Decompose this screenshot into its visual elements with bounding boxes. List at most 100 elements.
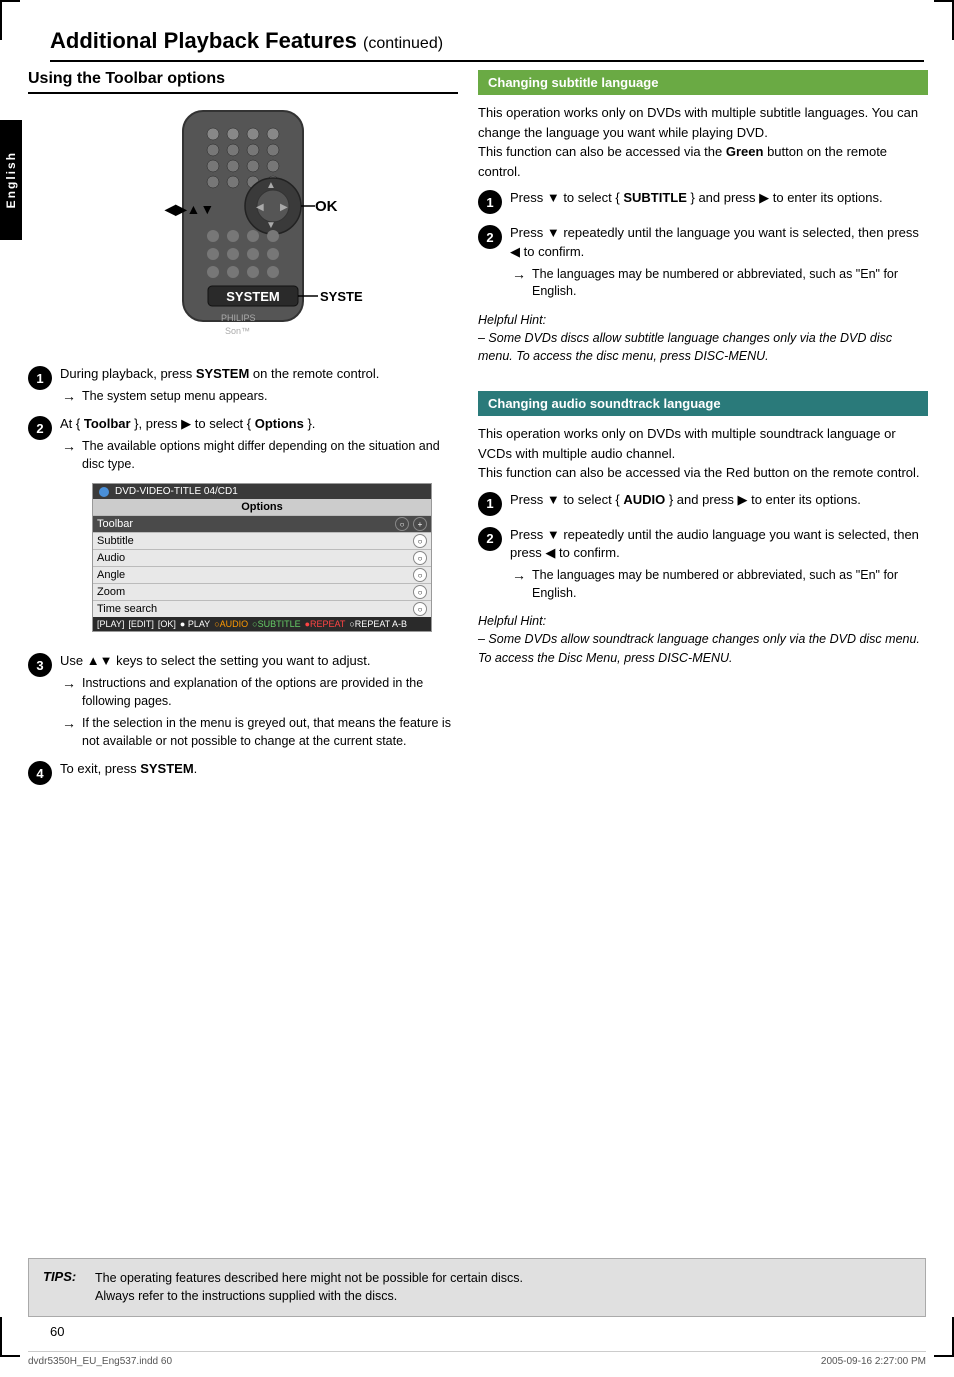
system-label-text: SYSTEM <box>226 289 279 304</box>
step-3-arrow-text-2: If the selection in the menu is greyed o… <box>82 715 458 750</box>
step-num-3: 3 <box>28 653 52 677</box>
corner-bl-decorator <box>0 1317 20 1357</box>
ok-label-text: OK <box>315 198 338 215</box>
timesearch-row-icon: ○ <box>413 602 427 616</box>
arrow-icon-2: → <box>62 438 78 454</box>
audio-intro: This operation works only on DVDs with m… <box>478 424 928 483</box>
tip-line-2: Always refer to the instructions supplie… <box>95 1289 397 1303</box>
subtitle-row-icon: ○ <box>413 534 427 548</box>
step-3-text: Use ▲▼ keys to select the setting you wa… <box>60 652 458 671</box>
options-bottom-bar: [PLAY] [EDIT] [OK] ● PLAY ○AUDIO ○SUBTIT… <box>93 617 431 631</box>
options-row-timesearch: Time search ○ <box>93 600 431 617</box>
page-title-suffix: (continued) <box>363 35 443 52</box>
corner-tl-decorator <box>0 0 20 40</box>
arrow-icon-audio2: → <box>512 567 528 583</box>
footer-left: dvdr5350H_EU_Eng537.indd 60 <box>28 1356 172 1367</box>
options-row-zoom: Zoom ○ <box>93 583 431 600</box>
svg-text:SYSTEM: SYSTEM <box>320 289 363 304</box>
page-header: Additional Playback Features (continued) <box>50 28 924 62</box>
svg-text:PHILIPS: PHILIPS <box>221 313 256 323</box>
audio-hint-text: – Some DVDs allow soundtrack language ch… <box>478 630 928 666</box>
step-3-arrow-1: → Instructions and explanation of the op… <box>62 675 458 710</box>
subtitle-step-num-2: 2 <box>478 225 502 249</box>
step-1-text: During playback, press SYSTEM on the rem… <box>60 365 458 384</box>
audio-helpful-hint: Helpful Hint: – Some DVDs allow soundtra… <box>478 612 928 666</box>
arrow-icon-sub2: → <box>512 266 528 282</box>
svg-text:◀: ◀ <box>256 202 264 213</box>
options-row-subtitle: Subtitle ○ <box>93 532 431 549</box>
step-4-content: To exit, press SYSTEM. <box>60 760 458 783</box>
audio-row-label: Audio <box>97 552 409 564</box>
audio-step-2-arrow-text: The languages may be numbered or abbrevi… <box>532 567 928 602</box>
audio-step-num-2: 2 <box>478 527 502 551</box>
subtitle-section-header: Changing subtitle language <box>478 70 928 95</box>
page-container: English Additional Playback Features (co… <box>0 0 954 1377</box>
options-row-angle: Angle ○ <box>93 566 431 583</box>
audio-step-num-1: 1 <box>478 492 502 516</box>
bottom-play2-label: ● PLAY <box>180 619 210 629</box>
bottom-audio-label: ○AUDIO <box>214 619 248 629</box>
bottom-edit-label: [EDIT] <box>128 619 154 629</box>
bottom-ok-label: [OK] <box>158 619 176 629</box>
step-2-text: At { Toolbar }, press ▶ to select { Opti… <box>60 415 458 434</box>
page-footer: dvdr5350H_EU_Eng537.indd 60 2005-09-16 2… <box>28 1351 926 1367</box>
arrow-icon-3a: → <box>62 675 78 691</box>
tip-line-1: The operating features described here mi… <box>95 1271 523 1285</box>
language-tab-label: English <box>4 151 18 208</box>
step-num-2: 2 <box>28 416 52 440</box>
svg-text:▼: ▼ <box>266 220 276 231</box>
step-num-1: 1 <box>28 366 52 390</box>
subtitle-step-1: 1 Press ▼ to select { SUBTITLE } and pre… <box>478 189 928 214</box>
subtitle-step-1-content: Press ▼ to select { SUBTITLE } and press… <box>510 189 928 212</box>
step-1-arrow-text: The system setup menu appears. <box>82 388 268 406</box>
step-3-arrow-text-1: Instructions and explanation of the opti… <box>82 675 458 710</box>
subtitle-step-2: 2 Press ▼ repeatedly until the language … <box>478 224 928 301</box>
corner-br-decorator <box>934 1317 954 1357</box>
angle-row-icon: ○ <box>413 568 427 582</box>
options-header-text: DVD-VIDEO-TITLE 04/CD1 <box>115 486 238 497</box>
audio-section: Changing audio soundtrack language This … <box>478 391 928 667</box>
step-1-content: During playback, press SYSTEM on the rem… <box>60 365 458 405</box>
subtitle-hint-label: Helpful Hint: <box>478 311 928 329</box>
options-title-row: Options <box>93 499 431 515</box>
remote-illustration: ◀▶▲▼ ▲ ▼ ◀ ▶ OK <box>28 106 458 349</box>
page-title-main: Additional Playback Features <box>50 28 357 53</box>
angle-row-label: Angle <box>97 569 409 581</box>
svg-text:▶: ▶ <box>280 202 288 213</box>
footer-right: 2005-09-16 2:27:00 PM <box>821 1356 926 1367</box>
corner-tr-decorator <box>934 0 954 40</box>
zoom-row-icon: ○ <box>413 585 427 599</box>
audio-step-2-arrow: → The languages may be numbered or abbre… <box>512 567 928 602</box>
toolbar-row-label: Toolbar <box>97 518 391 530</box>
page-number: 60 <box>50 1324 64 1339</box>
svg-text:◀▶▲▼: ◀▶▲▼ <box>164 201 214 217</box>
toolbar-row-icon: ○ <box>395 517 409 531</box>
tip-label: TIPS: <box>43 1269 83 1284</box>
step-4-text: To exit, press SYSTEM. <box>60 760 458 779</box>
left-column: Using the Toolbar options <box>28 70 458 795</box>
subtitle-step-num-1: 1 <box>478 190 502 214</box>
page-title: Additional Playback Features (continued) <box>50 28 924 62</box>
options-row-audio: Audio ○ <box>93 549 431 566</box>
step-1-arrow: → The system setup menu appears. <box>62 388 458 406</box>
subtitle-step-2-content: Press ▼ repeatedly until the language yo… <box>510 224 928 301</box>
subtitle-step-1-text: Press ▼ to select { SUBTITLE } and press… <box>510 189 928 208</box>
left-step-1: 1 During playback, press SYSTEM on the r… <box>28 365 458 405</box>
svg-text:Son™: Son™ <box>225 326 250 336</box>
right-column: Changing subtitle language This operatio… <box>478 70 928 675</box>
audio-step-2-content: Press ▼ repeatedly until the audio langu… <box>510 526 928 603</box>
svg-text:▲: ▲ <box>266 180 276 191</box>
section-gap <box>478 373 928 391</box>
subtitle-section: Changing subtitle language This operatio… <box>478 70 928 365</box>
step-2-arrow-text: The available options might differ depen… <box>82 438 458 473</box>
subtitle-intro: This operation works only on DVDs with m… <box>478 103 928 181</box>
options-table: DVD-VIDEO-TITLE 04/CD1 Options Toolbar ○… <box>92 483 432 632</box>
audio-step-1-content: Press ▼ to select { AUDIO } and press ▶ … <box>510 491 928 514</box>
tip-text: The operating features described here mi… <box>95 1269 523 1307</box>
left-section-title: Using the Toolbar options <box>28 70 458 94</box>
subtitle-helpful-hint: Helpful Hint: – Some DVDs discs allow su… <box>478 311 928 365</box>
timesearch-row-label: Time search <box>97 603 409 615</box>
step-2-arrow: → The available options might differ dep… <box>62 438 458 473</box>
step-num-4: 4 <box>28 761 52 785</box>
bottom-play-label: [PLAY] <box>97 619 124 629</box>
